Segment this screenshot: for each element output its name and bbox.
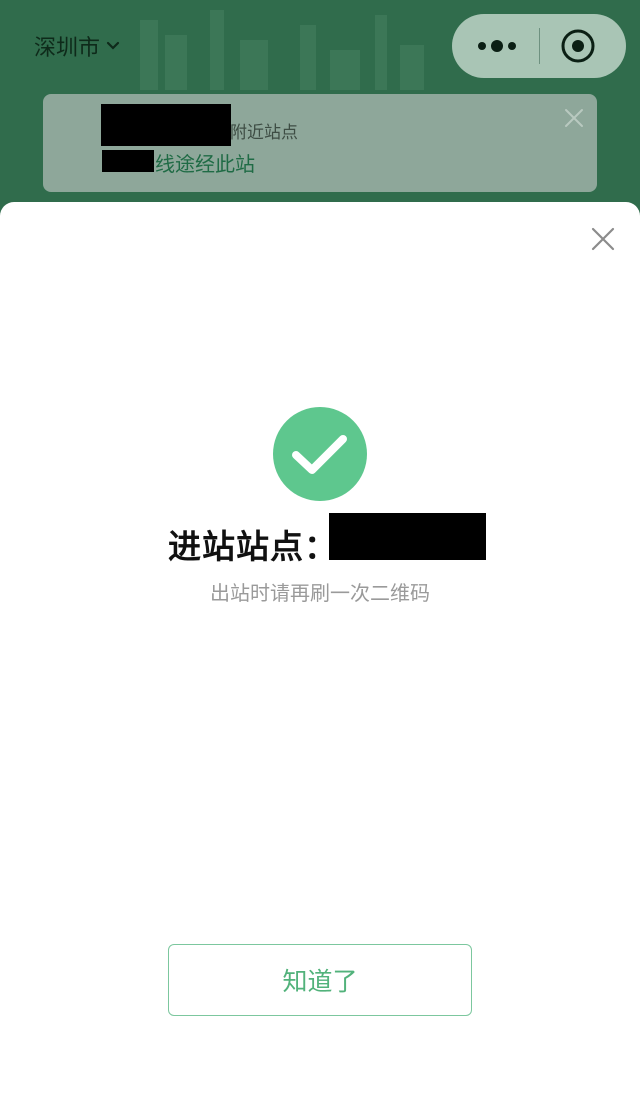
exit-instruction-text: 出站时请再刷一次二维码 xyxy=(210,581,430,605)
mini-program-close-icon[interactable] xyxy=(560,28,596,64)
entry-station-title: 进站站点： xyxy=(168,527,338,566)
close-icon[interactable] xyxy=(588,224,618,254)
more-icon[interactable] xyxy=(474,32,520,60)
city-selector[interactable]: 深圳市 xyxy=(34,30,120,62)
redacted-entry-station xyxy=(329,513,486,560)
city-label: 深圳市 xyxy=(34,36,101,61)
confirm-button[interactable]: 知道了 xyxy=(168,944,472,1016)
nearby-station-text: 附近站点 xyxy=(230,123,298,143)
redacted-line-name xyxy=(102,150,154,172)
success-check-icon xyxy=(273,407,367,501)
banner-close-icon[interactable] xyxy=(562,106,586,130)
mini-program-capsule xyxy=(452,14,626,78)
redacted-station-name xyxy=(101,104,231,146)
capsule-divider xyxy=(539,28,540,64)
chevron-down-icon xyxy=(106,41,120,50)
passing-lines-text[interactable]: 线途经此站 xyxy=(155,148,255,177)
